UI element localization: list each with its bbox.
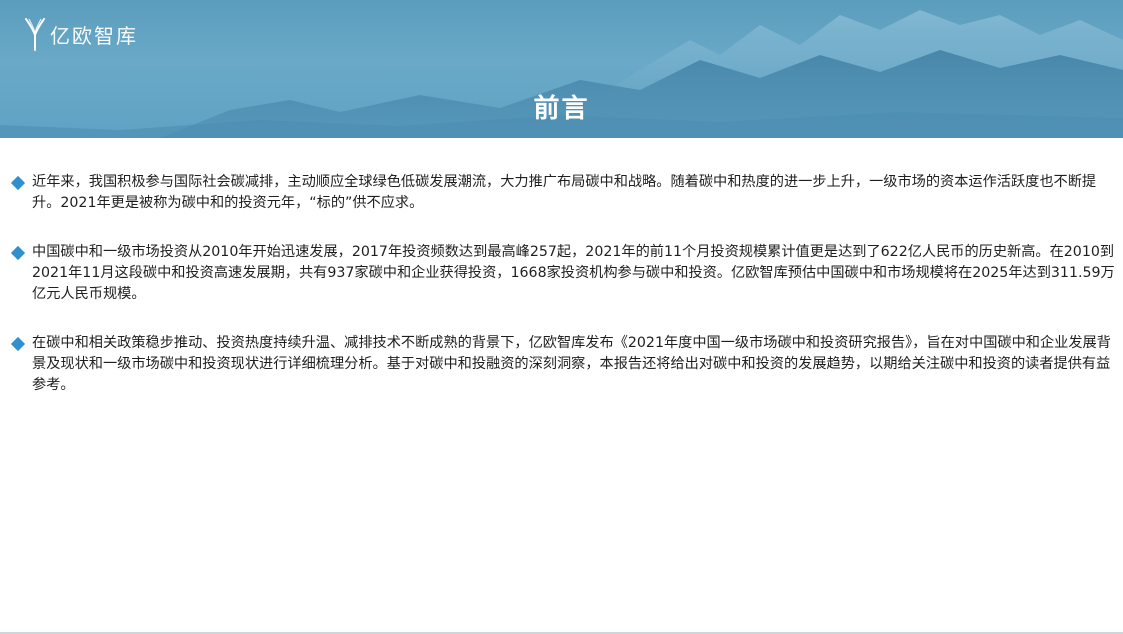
yiou-logo-icon — [25, 18, 45, 51]
paragraph-1: 近年来，我国积极参与国际社会碳减排，主动顺应全球绿色低碳发展潮流，大力推广布局碳… — [10, 172, 1116, 214]
diamond-bullet-icon — [10, 175, 26, 191]
page: 亿欧智库 前言 近年来，我国积极参与国际社会碳减排，主动顺应全球绿色低碳发展潮流… — [0, 0, 1123, 634]
content-body: 近年来，我国积极参与国际社会碳减排，主动顺应全球绿色低碳发展潮流，大力推广布局碳… — [10, 172, 1116, 424]
paragraph-3: 在碳中和相关政策稳步推动、投资热度持续升温、减排技术不断成熟的背景下，亿欧智库发… — [10, 333, 1116, 396]
paragraph-text: 近年来，我国积极参与国际社会碳减排，主动顺应全球绿色低碳发展潮流，大力推广布局碳… — [32, 174, 1097, 211]
diamond-bullet-icon — [10, 336, 26, 352]
header-banner: 亿欧智库 前言 — [0, 0, 1123, 138]
paragraph-2: 中国碳中和一级市场投资从2010年开始迅速发展，2017年投资频数达到最高峰25… — [10, 242, 1116, 305]
paragraph-text: 中国碳中和一级市场投资从2010年开始迅速发展，2017年投资频数达到最高峰25… — [32, 244, 1115, 302]
diamond-bullet-icon — [10, 245, 26, 261]
paragraph-text: 在碳中和相关政策稳步推动、投资热度持续升温、减排技术不断成熟的背景下，亿欧智库发… — [32, 335, 1111, 393]
page-title: 前言 — [533, 94, 590, 124]
brand-logo: 亿欧智库 — [24, 16, 138, 52]
brand-logo-text: 亿欧智库 — [50, 23, 138, 48]
